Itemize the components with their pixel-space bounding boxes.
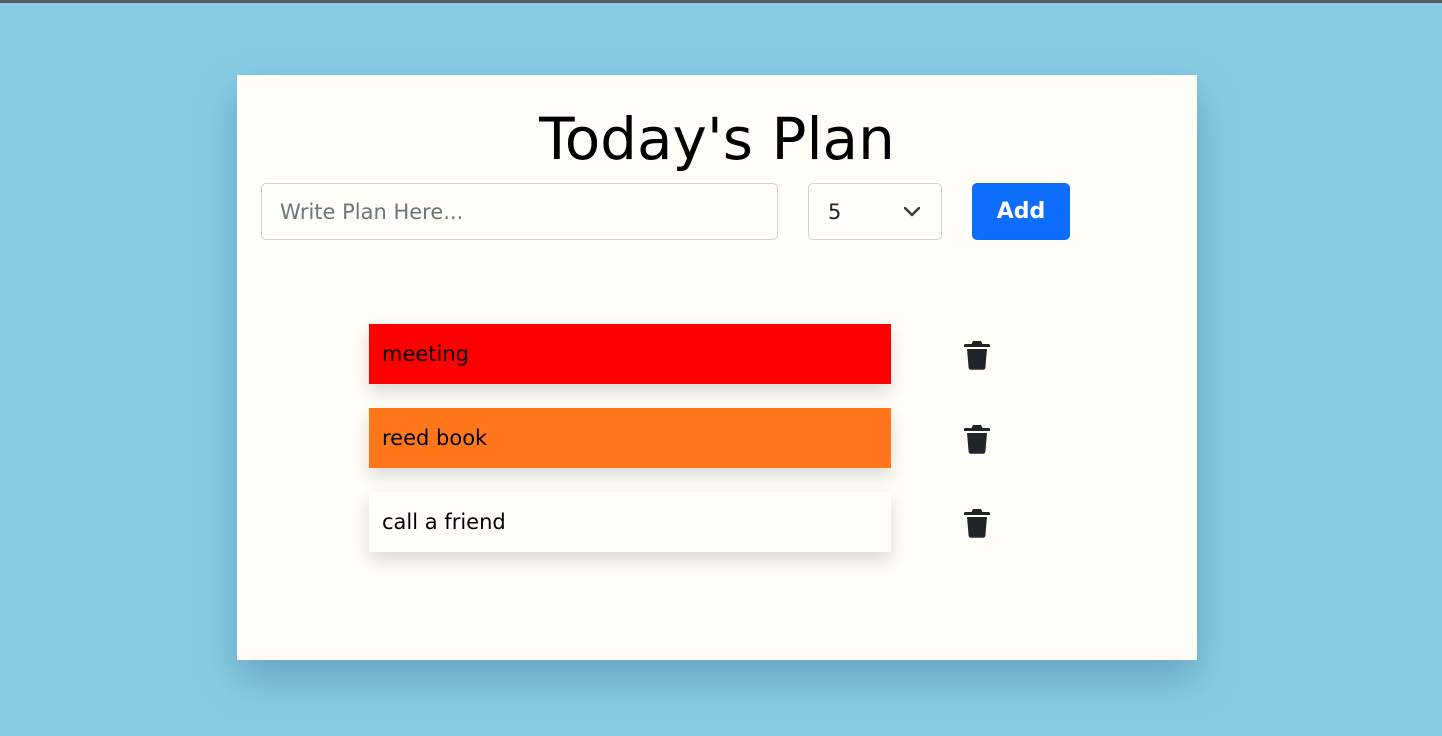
priority-select[interactable]: 5 [808, 183, 942, 240]
trash-icon [964, 341, 990, 370]
delete-button[interactable] [964, 340, 990, 370]
plan-row: call a friend [369, 492, 1069, 552]
plan-list: meeting reed book call a friend [369, 324, 1069, 576]
plan-text: meeting [382, 342, 470, 366]
page-title: Today's Plan [539, 105, 895, 173]
plan-item: meeting [369, 324, 891, 384]
plan-input[interactable] [261, 183, 778, 240]
delete-button[interactable] [964, 424, 990, 454]
chevron-down-icon [902, 202, 922, 222]
browser-top-edge [0, 0, 1442, 3]
plan-row: reed book [369, 408, 1069, 468]
priority-selected-value: 5 [828, 200, 842, 224]
trash-icon [964, 425, 990, 454]
plan-text: reed book [382, 426, 488, 450]
plan-row: meeting [369, 324, 1069, 384]
delete-button[interactable] [964, 508, 990, 538]
add-button[interactable]: Add [972, 183, 1070, 240]
trash-icon [964, 509, 990, 538]
plan-item: reed book [369, 408, 891, 468]
plan-text: call a friend [382, 510, 506, 534]
plan-item: call a friend [369, 492, 891, 552]
plan-card: Today's Plan 5 Add meeting reed book [237, 75, 1197, 660]
